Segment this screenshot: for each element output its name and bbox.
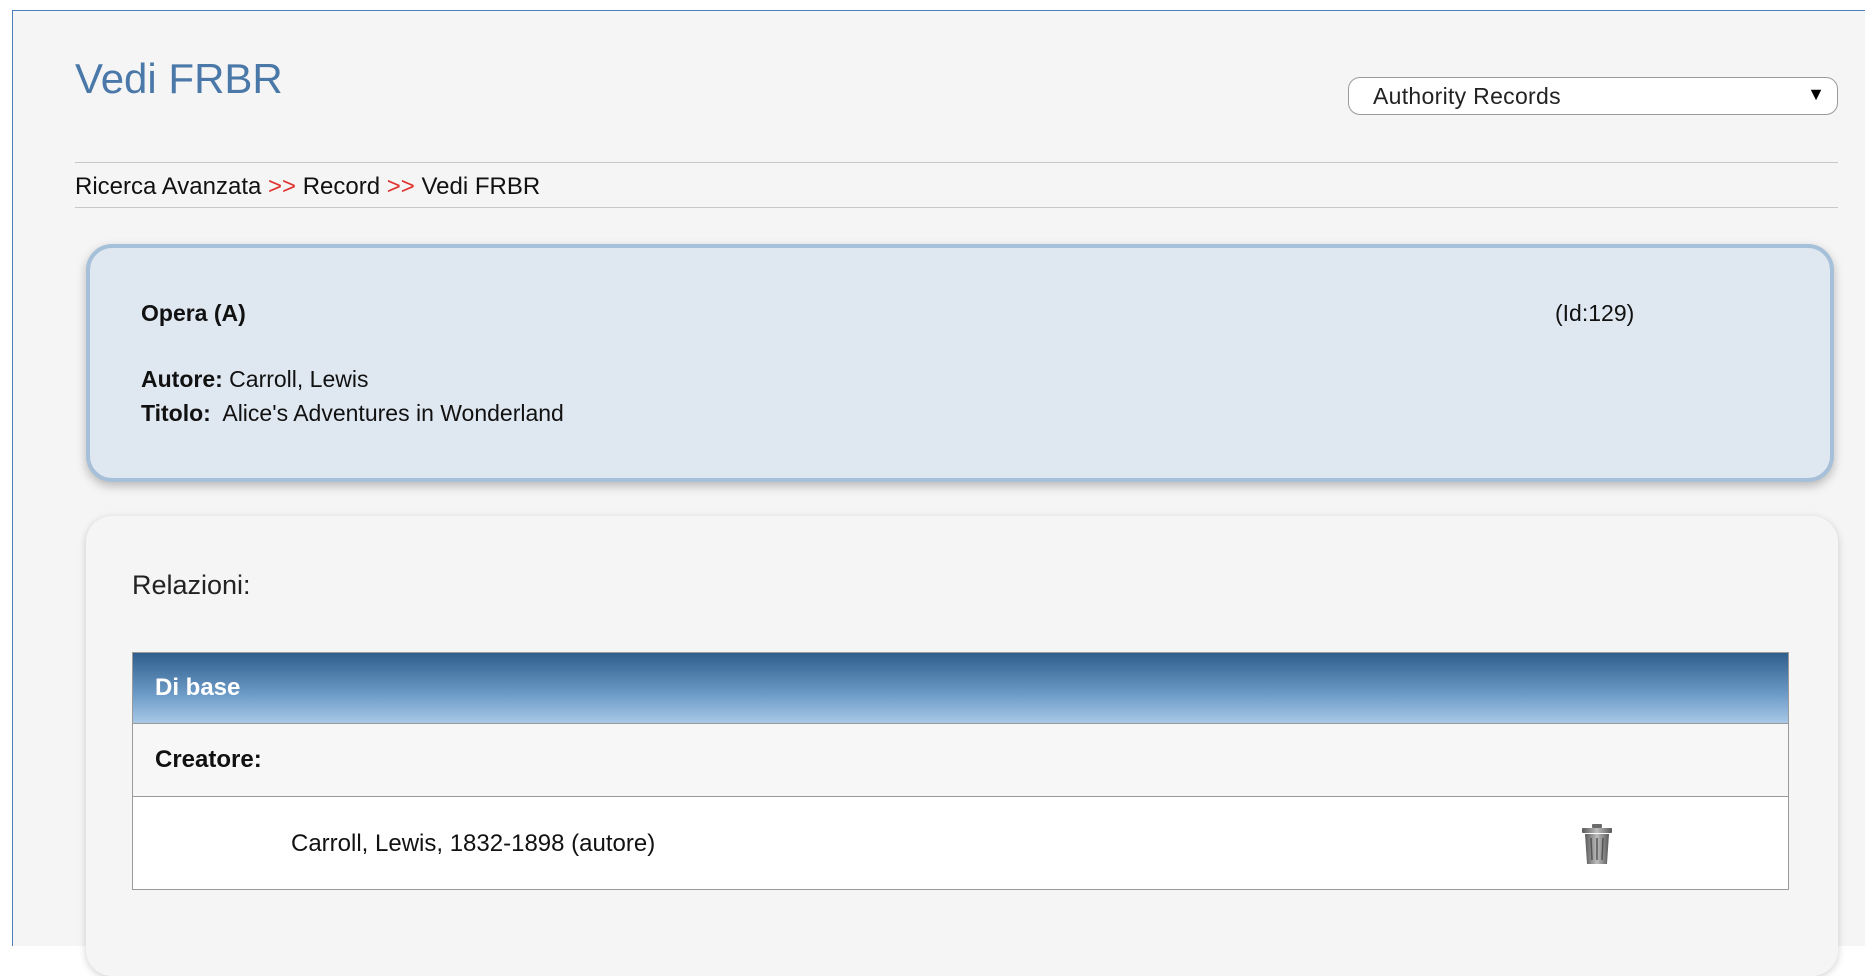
relation-entry-text: Carroll, Lewis, 1832-1898 (autore)	[291, 830, 656, 857]
breadcrumb-bottom-divider	[75, 207, 1838, 208]
record-author: Autore: Carroll, Lewis	[141, 366, 369, 393]
record-summary-card: Opera (A) (Id:129) Autore: Carroll, Lewi…	[86, 244, 1834, 482]
breadcrumb-item-ricerca-avanzata[interactable]: Ricerca Avanzata	[75, 173, 261, 201]
breadcrumb-top-divider	[75, 162, 1838, 163]
record-author-value: Carroll, Lewis	[222, 366, 369, 392]
record-type-select-value: Authority Records	[1373, 82, 1561, 109]
record-title-value: Alice's Adventures in Wonderland	[210, 400, 564, 426]
record-author-label: Autore:	[141, 366, 223, 392]
breadcrumb-item-record[interactable]: Record	[303, 173, 380, 201]
breadcrumb-separator: >>	[261, 173, 303, 200]
record-id: (Id:129)	[1555, 300, 1635, 326]
relations-card: Relazioni: Di base Creatore: Carroll, Le…	[86, 516, 1838, 976]
breadcrumb-separator: >>	[380, 173, 422, 200]
breadcrumb: Ricerca Avanzata >> Record >> Vedi FRBR	[75, 173, 540, 201]
breadcrumb-item-current: Vedi FRBR	[421, 173, 541, 200]
relations-table: Di base Creatore: Carroll, Lewis, 1832-1…	[132, 652, 1789, 890]
relations-heading: Relazioni:	[132, 570, 251, 600]
chevron-down-icon: ▼	[1807, 84, 1825, 104]
record-type-label: Opera (A)	[141, 300, 246, 326]
relations-group-label: Creatore:	[133, 723, 1788, 796]
trash-icon[interactable]	[1580, 823, 1614, 865]
record-title: Titolo: Alice's Adventures in Wonderland	[141, 400, 564, 427]
main-frame: Vedi FRBR Authority Records ▼ Ricerca Av…	[12, 10, 1865, 976]
relation-row: Carroll, Lewis, 1832-1898 (autore)	[133, 796, 1788, 889]
relations-section-header: Di base	[133, 653, 1788, 723]
record-type-select[interactable]: Authority Records ▼	[1348, 77, 1838, 115]
page-title: Vedi FRBR	[75, 55, 283, 102]
record-title-label: Titolo:	[141, 400, 211, 426]
